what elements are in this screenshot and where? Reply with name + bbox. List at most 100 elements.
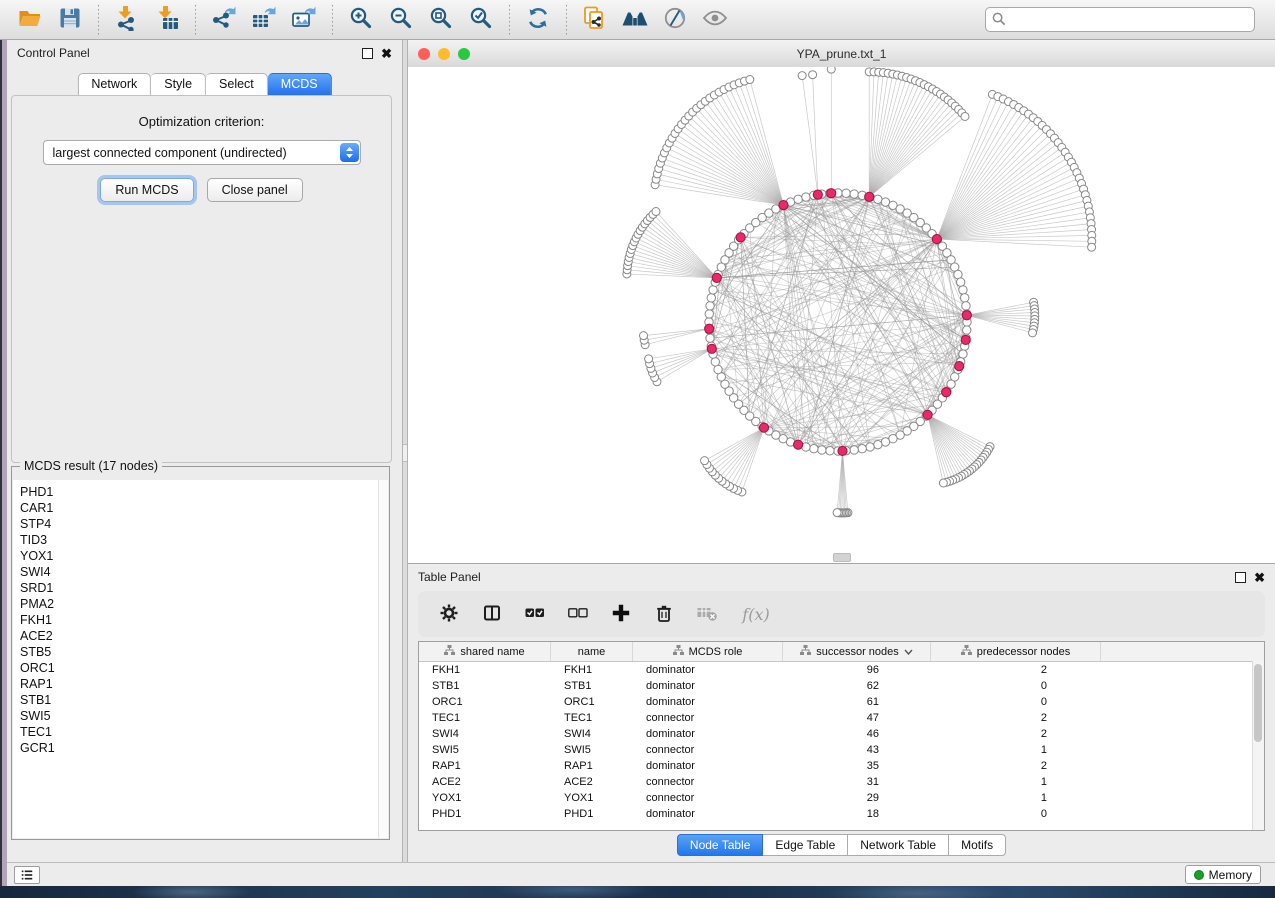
graph-leaf-node[interactable] [827,67,835,73]
import-network-button[interactable] [110,4,144,36]
graph-mcds-hub-node[interactable] [955,362,964,371]
graph-mcds-hub-node[interactable] [865,192,874,201]
graph-mcds-hub-node[interactable] [759,423,768,432]
graph-node[interactable] [866,443,874,451]
tab-motifs[interactable]: Motifs [949,834,1006,856]
mcds-result-item[interactable]: ACE2 [20,628,388,644]
graph-node[interactable] [850,190,858,198]
export-network-button[interactable] [207,4,241,36]
mcds-list-scrollbar[interactable] [378,480,388,838]
graph-node[interactable] [959,286,967,294]
graph-mcds-hub-node[interactable] [962,311,971,320]
graph-node[interactable] [706,334,714,342]
mcds-result-item[interactable]: RAP1 [20,676,388,692]
graph-mcds-hub-node[interactable] [779,200,788,209]
graph-node[interactable] [842,189,850,197]
deselect-all-button[interactable] [567,603,589,625]
graph-node[interactable] [810,445,818,453]
mcds-result-item[interactable]: ORC1 [20,660,388,676]
graph-node[interactable] [961,294,969,302]
graphics-details-button[interactable] [658,4,692,36]
graph-leaf-node[interactable] [746,76,754,84]
float-window-icon[interactable] [1235,572,1246,583]
mcds-result-item[interactable]: PMA2 [20,596,388,612]
graph-leaf-node[interactable] [939,479,947,487]
network-canvas[interactable] [408,67,1275,563]
graph-leaf-node[interactable] [652,208,660,216]
table-row[interactable]: STB1STB1dominator620 [419,678,1264,694]
horizontal-splitter-handle[interactable] [833,553,851,562]
graph-node[interactable] [707,294,715,302]
graph-mcds-hub-node[interactable] [942,388,951,397]
table-scrollbar[interactable] [1252,661,1264,830]
column-header-name[interactable]: name [551,642,633,661]
graph-node[interactable] [802,193,810,201]
close-icon[interactable]: ✖ [1254,573,1265,582]
split-view-button[interactable] [481,603,503,625]
search-input[interactable] [985,7,1255,32]
mcds-result-item[interactable]: YOX1 [20,548,388,564]
network-from-clipboard-button[interactable] [578,4,612,36]
mcds-result-item[interactable]: CAR1 [20,500,388,516]
table-row[interactable]: ORC1ORC1dominator610 [419,694,1264,710]
graph-node[interactable] [962,302,970,310]
graph-leaf-node[interactable] [798,72,806,80]
mcds-result-item[interactable]: STP4 [20,516,388,532]
graph-leaf-node[interactable] [833,509,841,517]
table-row[interactable]: SWI4SWI4dominator462 [419,726,1264,742]
table-scrollbar-thumb[interactable] [1254,664,1262,742]
column-header-predecessor-nodes[interactable]: predecessor nodes [931,642,1101,661]
graph-node[interactable] [963,326,971,334]
graph-node[interactable] [706,302,714,310]
graph-leaf-node[interactable] [701,457,709,465]
table-row[interactable]: PHD1PHD1dominator180 [419,806,1264,822]
graph-leaf-node[interactable] [809,71,817,79]
mcds-result-item[interactable]: FKH1 [20,612,388,628]
table-row[interactable]: ACE2ACE2connector311 [419,774,1264,790]
column-header-successor-nodes[interactable]: successor nodes [783,642,931,661]
graph-node[interactable] [705,310,713,318]
zoom-fit-button[interactable] [424,4,458,36]
close-panel-button[interactable]: Close panel [207,178,303,202]
table-row[interactable]: TEC1TEC1connector472 [419,710,1264,726]
select-all-button[interactable] [524,603,546,625]
graph-mcds-hub-node[interactable] [707,344,716,353]
column-settings-button[interactable] [438,603,460,625]
table-row[interactable]: FKH1FKH1dominator962 [419,662,1264,678]
graph-node[interactable] [850,446,858,454]
graph-leaf-node[interactable] [1088,243,1096,251]
network-overview-button[interactable] [618,4,652,36]
close-icon[interactable]: ✖ [381,49,392,58]
zoom-in-button[interactable] [344,4,378,36]
refresh-button[interactable] [521,4,555,36]
eye-button[interactable] [698,4,732,36]
mcds-result-item[interactable]: SWI5 [20,708,388,724]
save-session-button[interactable] [53,4,87,36]
table-row[interactable]: SWI5SWI5connector431 [419,742,1264,758]
criterion-select[interactable]: largest connected component (undirected) [43,140,361,165]
mcds-result-item[interactable]: STB1 [20,692,388,708]
splitter-handle[interactable] [403,444,407,462]
delete-column-button[interactable] [653,603,675,625]
tab-style[interactable]: Style [151,73,206,96]
float-window-icon[interactable] [362,48,373,59]
open-session-button[interactable] [13,4,47,36]
zoom-selected-button[interactable] [464,4,498,36]
graph-mcds-hub-node[interactable] [827,189,836,198]
graph-mcds-hub-node[interactable] [794,440,803,449]
run-mcds-button[interactable]: Run MCDS [100,178,193,202]
graph-mcds-hub-node[interactable] [705,324,714,333]
graph-mcds-hub-node[interactable] [838,446,847,455]
mcds-result-item[interactable]: TEC1 [20,724,388,740]
graph-mcds-hub-node[interactable] [736,233,745,242]
mcds-result-item[interactable]: TID3 [20,532,388,548]
mcds-result-item[interactable]: STB5 [20,644,388,660]
graph-node[interactable] [794,195,802,203]
tab-network-table[interactable]: Network Table [848,834,949,856]
column-header-shared-name[interactable]: shared name [419,642,551,661]
add-column-button[interactable] [610,603,632,625]
export-image-button[interactable] [287,4,321,36]
zoom-out-button[interactable] [384,4,418,36]
table-row[interactable]: RAP1RAP1dominator352 [419,758,1264,774]
mcds-result-item[interactable]: GCR1 [20,740,388,756]
